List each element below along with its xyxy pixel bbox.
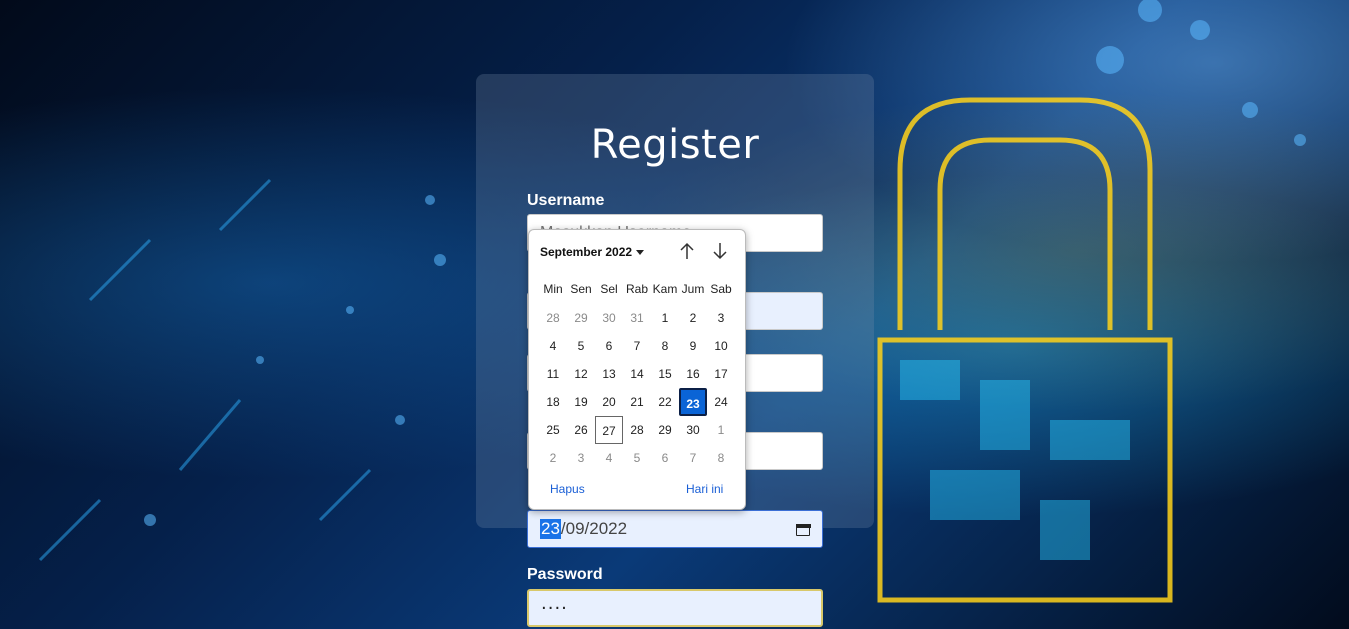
day-cell[interactable]: 25 [539,416,567,444]
date-rest-segment[interactable]: /09/2022 [561,519,627,539]
day-cell[interactable]: 8 [651,332,679,360]
day-grid: 28 29 30 31 1 2 3 4 5 6 7 8 9 10 11 12 13 14 15 16 17 18 19 20 2… [539,304,735,472]
day-cell-selected[interactable]: 23 [679,388,707,416]
day-cell[interactable]: 30 [679,416,707,444]
day-cell[interactable]: 30 [595,304,623,332]
day-cell[interactable]: 29 [651,416,679,444]
day-cell[interactable]: 13 [595,360,623,388]
week-row: 25 26 27 28 29 30 1 [539,416,735,444]
day-cell[interactable]: 7 [623,332,651,360]
arrow-up-icon[interactable] [677,242,697,262]
day-cell[interactable]: 5 [623,444,651,472]
month-label: September 2022 [540,245,633,259]
day-cell[interactable]: 3 [707,304,735,332]
date-day-segment[interactable]: 23 [540,519,561,539]
caret-down-icon [636,249,645,255]
day-cell[interactable]: 29 [567,304,595,332]
weekday-label: Sen [570,282,592,296]
week-row: 4 5 6 7 8 9 10 [539,332,735,360]
day-cell[interactable]: 2 [679,304,707,332]
clear-button[interactable]: Hapus [550,482,585,496]
day-cell[interactable]: 16 [679,360,707,388]
day-cell[interactable]: 14 [623,360,651,388]
day-cell[interactable]: 4 [539,332,567,360]
calendar-icon[interactable] [796,522,811,536]
weekday-label: Sab [710,282,732,296]
day-cell[interactable]: 6 [595,332,623,360]
date-input[interactable]: 23/09/2022 [527,510,823,548]
day-cell[interactable]: 18 [539,388,567,416]
day-cell[interactable]: 15 [651,360,679,388]
week-row: 28 29 30 31 1 2 3 [539,304,735,332]
day-cell[interactable]: 24 [707,388,735,416]
day-cell[interactable]: 28 [539,304,567,332]
page-title: Register [590,122,760,168]
day-cell[interactable]: 9 [679,332,707,360]
weekday-label: Min [543,282,563,296]
day-cell-today[interactable]: 27 [595,416,623,444]
day-cell[interactable]: 21 [623,388,651,416]
password-label: Password [527,566,603,583]
month-selector[interactable]: September 2022 [540,245,645,259]
day-cell[interactable]: 1 [707,416,735,444]
day-cell[interactable]: 1 [651,304,679,332]
weekday-label: Sel [600,282,618,296]
username-label: Username [527,192,605,209]
weekday-label: Kam [652,282,678,296]
day-cell[interactable]: 11 [539,360,567,388]
day-cell[interactable]: 19 [567,388,595,416]
day-cell[interactable]: 2 [539,444,567,472]
weekday-header: Min Sen Sel Rab Kam Jum Sab [539,282,735,296]
date-picker-popup: September 2022 Min Sen Sel Rab Kam Jum Sab 28 2… [528,229,746,510]
weekday-label: Jum [681,282,705,296]
day-cell[interactable]: 26 [567,416,595,444]
week-row: 18 19 20 21 22 23 24 [539,388,735,416]
password-value: ···· [541,597,568,619]
day-cell[interactable]: 10 [707,332,735,360]
day-cell[interactable]: 6 [651,444,679,472]
day-cell[interactable]: 12 [567,360,595,388]
today-button[interactable]: Hari ini [686,482,723,496]
arrow-down-icon[interactable] [710,242,730,262]
day-cell[interactable]: 8 [707,444,735,472]
day-cell[interactable]: 28 [623,416,651,444]
day-cell[interactable]: 17 [707,360,735,388]
day-cell[interactable]: 22 [651,388,679,416]
weekday-label: Rab [625,282,648,296]
day-cell[interactable]: 5 [567,332,595,360]
day-cell[interactable]: 7 [679,444,707,472]
week-row: 2345678 [539,444,735,472]
day-cell[interactable]: 31 [623,304,651,332]
day-cell[interactable]: 4 [595,444,623,472]
day-cell[interactable]: 20 [595,388,623,416]
day-cell[interactable]: 3 [567,444,595,472]
week-row: 11 12 13 14 15 16 17 [539,360,735,388]
password-input[interactable]: ···· [527,589,823,627]
